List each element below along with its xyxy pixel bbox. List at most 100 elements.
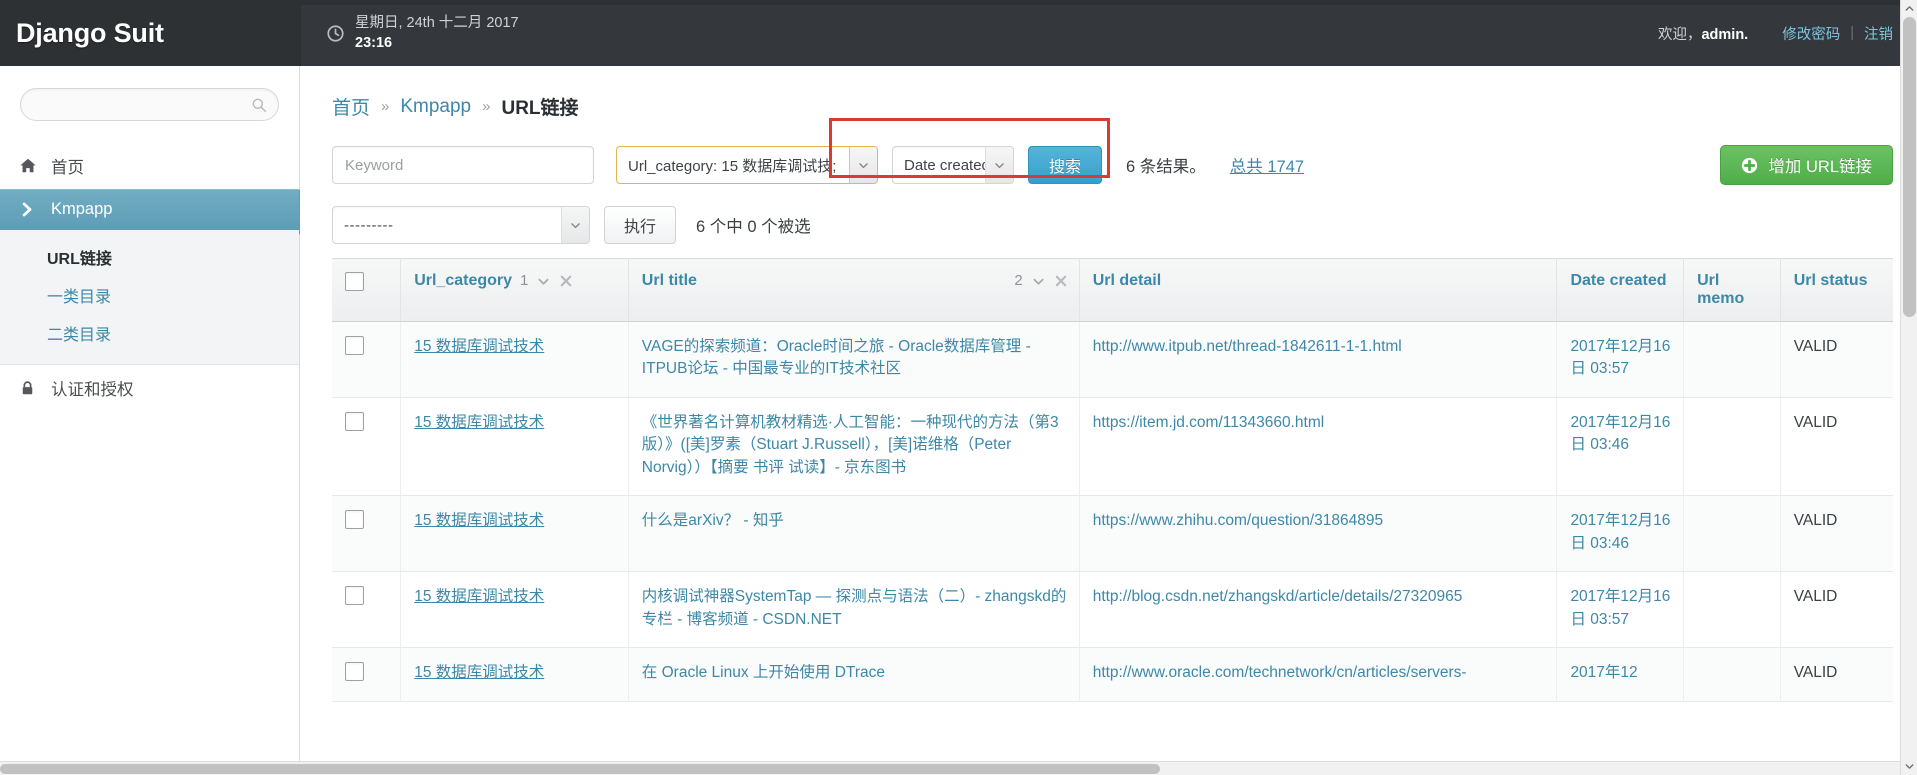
row-checkbox[interactable]: [345, 411, 364, 431]
url-detail-link[interactable]: http://www.oracle.com/technetwork/cn/art…: [1093, 664, 1467, 681]
breadcrumb-separator-2: »: [482, 98, 491, 115]
result-count-text: 6 条结果。: [1126, 158, 1206, 176]
brand-title: Django Suit: [0, 0, 300, 66]
search-icon[interactable]: [251, 97, 267, 113]
vertical-scrollbar-thumb[interactable]: [1903, 17, 1916, 317]
search-input[interactable]: [332, 146, 594, 184]
sidebar-item-auth[interactable]: 认证和授权: [0, 365, 299, 411]
scroll-down-arrow-icon[interactable]: [1901, 758, 1917, 775]
header-right: 星期日, 24th 十二月 2017 23:16 欢迎，admin. 修改密码 …: [300, 0, 1917, 66]
header-url-status-link[interactable]: Url status: [1794, 272, 1882, 290]
sidebar-item-kmpapp[interactable]: Kmpapp: [0, 189, 314, 235]
table-row[interactable]: 15 数据库调试技术 VAGE的探索频道：Oracle时间之旅 - Oracle…: [332, 321, 1893, 398]
url-detail-link[interactable]: http://blog.csdn.net/zhangskd/article/de…: [1093, 588, 1463, 605]
cell-url-memo: [1683, 495, 1781, 573]
header-select-all: [332, 258, 402, 322]
breadcrumb-current: URL链接: [501, 98, 579, 119]
action-select[interactable]: ---------: [332, 206, 590, 244]
url-category-link[interactable]: 15 数据库调试技术: [414, 588, 544, 605]
url-category-link[interactable]: 15 数据库调试技术: [414, 664, 544, 681]
cell-date-created: 2017年12月16日 03:46: [1556, 397, 1685, 497]
cell-url-memo: [1683, 397, 1781, 497]
chevron-down-icon[interactable]: [561, 207, 589, 243]
header-url-category-link[interactable]: Url_category: [414, 272, 512, 290]
url-detail-link[interactable]: https://www.zhihu.com/question/31864895: [1093, 512, 1383, 529]
url-title-link[interactable]: VAGE的探索频道：Oracle时间之旅 - Oracle数据库管理 - ITP…: [642, 338, 1031, 377]
welcome-prefix: 欢迎，: [1657, 26, 1702, 43]
breadcrumb-app[interactable]: Kmpapp: [400, 96, 471, 118]
row-checkbox-cell: [332, 321, 402, 398]
sidebar-item-home-label: 首页: [51, 159, 84, 177]
cell-date-created: 2017年12: [1556, 647, 1685, 702]
sidebar-item-category-one[interactable]: 一类目录: [0, 276, 299, 314]
cell-url-category: 15 数据库调试技术: [400, 495, 629, 573]
cell-url-title: 内核调试神器SystemTap — 探测点与语法（二）- zhangskd的专栏…: [628, 571, 1080, 649]
cell-url-status: VALID: [1780, 321, 1893, 398]
cell-date-created: 2017年12月16日 03:46: [1556, 495, 1685, 573]
url-detail-link[interactable]: http://www.itpub.net/thread-1842611-1-1.…: [1093, 338, 1402, 355]
row-checkbox[interactable]: [345, 586, 364, 606]
url-title-link[interactable]: 《世界著名计算机教材精选·人工智能：一种现代的方法（第3版）》([美]罗素（St…: [642, 414, 1059, 476]
chevron-down-icon[interactable]: [1031, 274, 1046, 289]
url-title-link[interactable]: 什么是arXiv？ - 知乎: [642, 512, 784, 529]
row-checkbox[interactable]: [345, 662, 364, 682]
sidebar-item-home[interactable]: 首页: [0, 143, 299, 189]
logout-link[interactable]: 注销: [1864, 23, 1893, 44]
row-checkbox[interactable]: [345, 510, 364, 530]
vertical-scrollbar[interactable]: [1900, 0, 1917, 775]
header-url-detail-link[interactable]: Url detail: [1093, 272, 1161, 289]
chevron-down-icon[interactable]: [985, 147, 1013, 183]
admin-page: Django Suit 星期日, 24th 十二月 2017 23:16 欢迎，…: [0, 0, 1917, 775]
cell-url-memo: [1683, 571, 1781, 649]
header-datetime: 星期日, 24th 十二月 2017 23:16: [327, 13, 519, 53]
url-category-filter-select[interactable]: Url_category: 15 数据库调试技;: [616, 146, 878, 184]
url-category-link[interactable]: 15 数据库调试技术: [414, 414, 544, 431]
add-url-link-button[interactable]: 增加 URL链接: [1720, 145, 1893, 185]
sidebar-search-input[interactable]: [21, 89, 278, 120]
run-action-button[interactable]: 执行: [604, 206, 677, 244]
datetime-text: 星期日, 24th 十二月 2017 23:16: [355, 13, 519, 53]
table-row[interactable]: 15 数据库调试技术 什么是arXiv？ - 知乎 https://www.zh…: [332, 495, 1893, 573]
change-password-link[interactable]: 修改密码: [1782, 23, 1840, 44]
header-url-memo-link[interactable]: Url memo: [1697, 272, 1769, 308]
sidebar-item-category-two[interactable]: 二类目录: [0, 314, 299, 352]
horizontal-scrollbar-thumb[interactable]: [0, 764, 1160, 774]
table-row[interactable]: 15 数据库调试技术 内核调试神器SystemTap — 探测点与语法（二）- …: [332, 571, 1893, 649]
row-checkbox[interactable]: [345, 336, 364, 355]
chevron-down-icon[interactable]: [849, 147, 877, 183]
horizontal-scrollbar[interactable]: [0, 761, 1900, 775]
header-date-created-link[interactable]: Date created: [1570, 272, 1672, 290]
url-category-link[interactable]: 15 数据库调试技术: [414, 338, 544, 355]
url-detail-link[interactable]: https://item.jd.com/11343660.html: [1093, 414, 1324, 431]
body-wrapper: 首页 Kmpapp URL链接 一类目录 二类目录 认证和授权 首页 » Kmp…: [0, 66, 1917, 775]
remove-sort-icon[interactable]: [559, 274, 573, 288]
remove-sort-icon[interactable]: [1054, 274, 1068, 288]
date-created-filter-select[interactable]: Date created: [892, 146, 1014, 184]
chevron-down-icon[interactable]: [536, 274, 551, 289]
header-url-category-sort-number: 1: [520, 272, 529, 289]
url-category-link[interactable]: 15 数据库调试技术: [414, 512, 544, 529]
cell-url-detail: https://www.zhihu.com/question/31864895: [1079, 495, 1558, 573]
cell-url-status: VALID: [1780, 647, 1893, 702]
date-created-filter-value: Date created: [904, 156, 985, 174]
header-url-title-link[interactable]: Url title: [642, 272, 697, 290]
sidebar-item-url-links[interactable]: URL链接: [0, 238, 299, 276]
sidebar-search-box[interactable]: [20, 88, 279, 121]
scroll-up-arrow-icon[interactable]: [1901, 0, 1917, 17]
sidebar: 首页 Kmpapp URL链接 一类目录 二类目录 认证和授权: [0, 66, 314, 775]
header-url-category: Url_category 1: [400, 258, 629, 322]
cell-url-memo: [1683, 321, 1781, 398]
submenu-item-url-wrap: URL链接: [0, 238, 299, 276]
table-header-row: Url_category 1 Url title 2 Url detail Da…: [332, 258, 1893, 322]
cell-date-created: 2017年12月16日 03:57: [1556, 571, 1685, 649]
select-all-checkbox[interactable]: [345, 272, 364, 291]
sidebar-submenu: URL链接 一类目录 二类目录: [0, 230, 299, 365]
total-records-link[interactable]: 总共 1747: [1230, 153, 1304, 177]
url-title-link[interactable]: 内核调试神器SystemTap — 探测点与语法（二）- zhangskd的专栏…: [642, 588, 1067, 627]
breadcrumb-home[interactable]: 首页: [332, 93, 370, 120]
search-button[interactable]: 搜索: [1028, 146, 1103, 184]
table-row[interactable]: 15 数据库调试技术 在 Oracle Linux 上开始使用 DTrace h…: [332, 647, 1893, 702]
table-row[interactable]: 15 数据库调试技术 《世界著名计算机教材精选·人工智能：一种现代的方法（第3版…: [332, 397, 1893, 497]
url-title-link[interactable]: 在 Oracle Linux 上开始使用 DTrace: [642, 664, 885, 681]
plus-circle-icon: [1741, 157, 1758, 174]
